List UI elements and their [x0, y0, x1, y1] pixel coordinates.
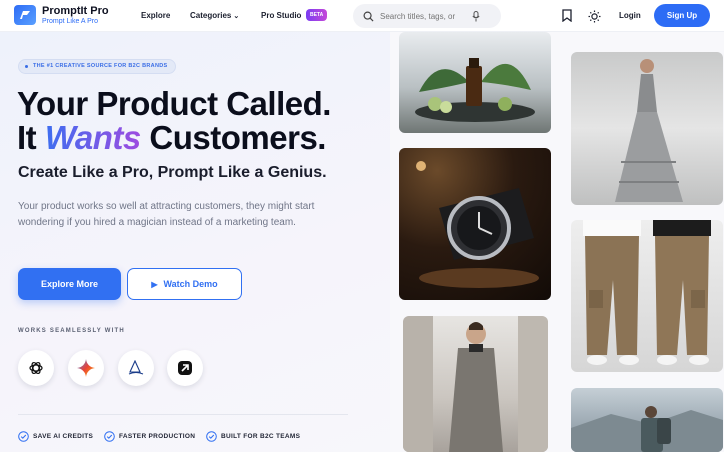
theme-toggle-sun-icon[interactable] [588, 10, 601, 23]
watch-demo-button[interactable]: ▶ Watch Demo [127, 268, 242, 300]
nav-explore-link[interactable]: Explore [141, 11, 170, 20]
bookmark-icon[interactable] [562, 9, 572, 22]
check-circle-icon [206, 431, 217, 442]
hero-subtitle: Create Like a Pro, Prompt Like a Genius. [18, 164, 327, 181]
cargo-pants-image[interactable] [571, 220, 723, 372]
hero-badge-text: THE #1 CREATIVE SOURCE FOR B2C BRANDS [33, 63, 168, 69]
explore-more-button[interactable]: Explore More [18, 268, 121, 300]
search-input[interactable] [380, 11, 470, 21]
gown-model-image[interactable] [571, 52, 723, 205]
runway-icon[interactable] [167, 350, 203, 386]
works-with-label: WORKS SEAMLESSLY WITH [18, 328, 125, 334]
logo[interactable]: PromptIt Pro Prompt Like A Pro [14, 5, 109, 25]
wristwatch-image[interactable] [399, 148, 551, 300]
logo-icon [14, 5, 36, 25]
overcoat-model-image[interactable] [403, 316, 548, 452]
divider [18, 414, 348, 415]
hero-title: Your Product Called. It Wants Customers. [17, 87, 331, 155]
logo-subtitle: Prompt Like A Pro [42, 17, 99, 25]
search-bar[interactable] [353, 4, 501, 28]
chatgpt-icon[interactable] [18, 350, 54, 386]
gemini-icon[interactable] [68, 350, 104, 386]
feature-label: FASTER PRODUCTION [119, 433, 196, 440]
hero-title-customers: Customers. [149, 119, 326, 156]
feature-b2c-teams: BUILT FOR B2C TEAMS [206, 431, 300, 442]
skincare-product-image[interactable] [399, 32, 551, 133]
feature-faster-production: FASTER PRODUCTION [104, 431, 195, 442]
nav-pro-studio-link[interactable]: Pro Studio [261, 11, 301, 20]
hero-description: Your product works so well at attracting… [18, 201, 315, 228]
microphone-icon[interactable] [472, 10, 480, 22]
top-navbar: PromptIt Pro Prompt Like A Pro Explore C… [0, 0, 724, 32]
login-link[interactable]: Login [619, 11, 641, 20]
hero-title-line1: Your Product Called. [17, 85, 331, 122]
hero-title-wants: Wants [44, 119, 141, 156]
play-icon: ▶ [151, 279, 158, 289]
feature-save-credits: SAVE AI CREDITS [18, 431, 93, 442]
feature-label: BUILT FOR B2C TEAMS [221, 433, 301, 440]
midjourney-icon[interactable] [118, 350, 154, 386]
nav-categories-menu[interactable]: Categories ⌄ [190, 11, 239, 20]
signup-button[interactable]: Sign Up [654, 4, 710, 27]
hiker-backpack-image[interactable] [571, 388, 723, 452]
watch-demo-label: Watch Demo [163, 279, 218, 289]
search-icon [363, 11, 374, 22]
check-circle-icon [104, 431, 115, 442]
feature-label: SAVE AI CREDITS [33, 433, 94, 440]
hero-badge: THE #1 CREATIVE SOURCE FOR B2C BRANDS [18, 59, 177, 74]
chevron-down-icon: ⌄ [233, 13, 240, 20]
check-circle-icon [18, 431, 29, 442]
beta-badge: BETA [306, 9, 328, 21]
hero-title-it: It [17, 119, 37, 156]
nav-categories-label: Categories [190, 11, 232, 20]
badge-dot [25, 65, 28, 68]
logo-title: PromptIt Pro [42, 4, 109, 17]
